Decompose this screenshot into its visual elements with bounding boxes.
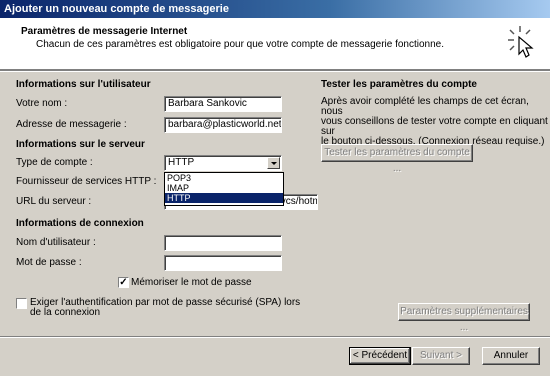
server-info-heading: Informations sur le serveur [16,139,145,150]
remember-password-checkbox[interactable]: ✓ [118,277,129,288]
cancel-button[interactable]: Annuler [482,347,540,365]
cancel-button-label: Annuler [493,350,529,361]
spa-checkbox[interactable] [16,298,27,309]
account-type-option-http[interactable]: HTTP [165,193,283,203]
test-desc-line1: Après avoir complété les champs de cet é… [321,96,529,117]
account-type-dropdown: POP3 IMAP HTTP [164,172,284,206]
account-type-value: HTTP [168,157,195,168]
footer-separator [0,336,550,338]
username-field[interactable] [164,235,282,251]
spa-label: Exiger l'authentification par mot de pas… [30,298,300,318]
name-field[interactable]: Barbara Sankovic [164,96,282,112]
more-settings-button[interactable]: Paramètres supplémentaires ... [398,303,530,333]
account-type-option-pop3[interactable]: POP3 [165,173,283,183]
account-type-option-imap[interactable]: IMAP [165,183,283,193]
remember-password-label: Mémoriser le mot de passe [131,277,252,288]
name-label: Votre nom : [16,98,68,109]
spa-label-line2: de la connexion [30,307,101,318]
pointer-sparkle-icon [508,26,534,58]
account-type-select[interactable]: HTTP [164,155,282,171]
user-info-heading: Informations sur l'utilisateur [16,79,151,90]
account-type-label: Type de compte : [16,157,93,168]
next-button[interactable]: Suivant > [412,347,470,365]
test-settings-description: Après avoir complété les champs de cet é… [321,97,550,147]
back-button[interactable]: < Précédent [349,347,411,365]
email-label: Adresse de messagerie : [16,119,127,130]
wizard-header: Paramètres de messagerie Internet Chacun… [0,18,550,70]
next-button-label: Suivant > [420,350,462,361]
test-desc-line2: vous conseillons de tester votre compte … [321,116,548,137]
header-separator [0,70,550,72]
test-settings-button-label: Tester les paramètres du compte ... [324,147,470,174]
provider-label: Fournisseur de services HTTP : [16,176,157,187]
server-url-label: URL du serveur : [16,196,92,207]
test-settings-button[interactable]: Tester les paramètres du compte ... [321,144,473,174]
test-settings-heading: Tester les paramètres du compte [321,79,477,90]
window-title: Ajouter un nouveau compte de messagerie [4,3,229,15]
back-button-label: < Précédent [352,350,408,361]
password-label: Mot de passe : [16,257,82,268]
more-settings-button-label: Paramètres supplémentaires ... [400,306,528,333]
chevron-down-icon[interactable] [267,157,280,169]
login-info-heading: Informations de connexion [16,218,144,229]
password-field[interactable] [164,255,282,271]
username-label: Nom d'utilisateur : [16,237,96,248]
header-description: Chacun de ces paramètres est obligatoire… [36,39,445,50]
window-title-bar: Ajouter un nouveau compte de messagerie [0,0,550,18]
header-title: Paramètres de messagerie Internet [21,26,188,37]
email-field[interactable]: barbara@plasticworld.net [164,117,282,133]
